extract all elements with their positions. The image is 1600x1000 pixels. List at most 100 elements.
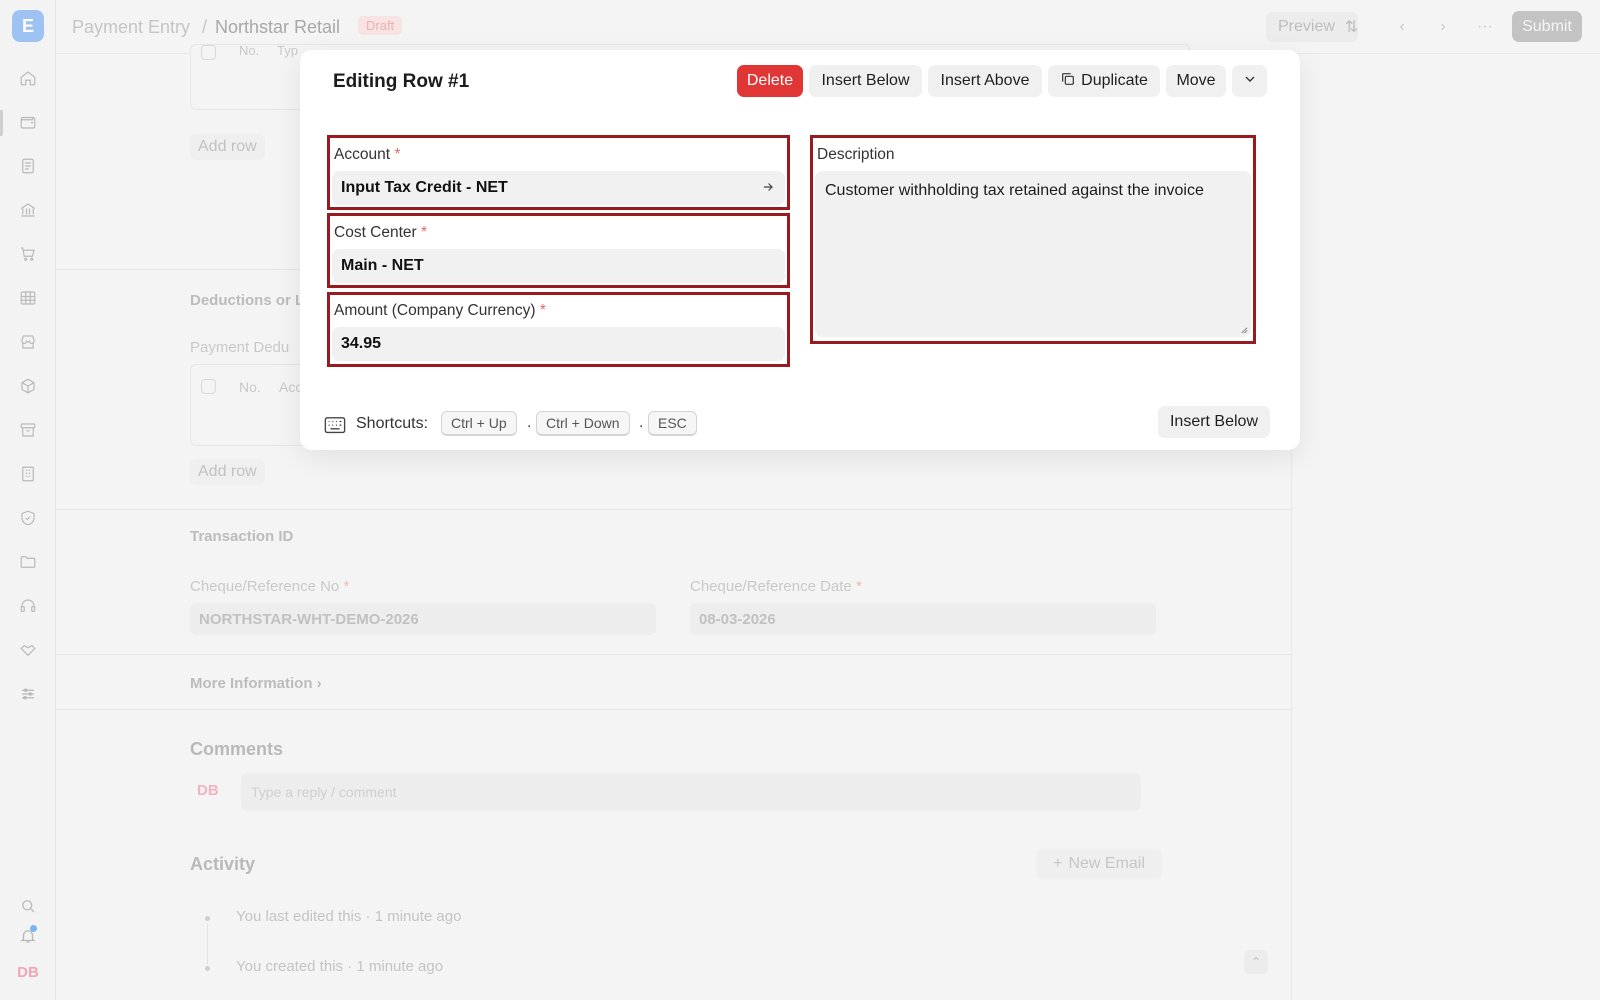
cost-center-label: Cost Center * [334,224,428,241]
shortcut-key: Ctrl + Down [536,411,630,436]
headset-icon[interactable] [18,596,38,616]
account-label: Account * [334,146,401,163]
arrow-right-icon[interactable] [761,180,775,194]
activity-item: You created this · 1 minute ago [236,958,444,975]
chevron-right-icon: › [1440,18,1446,35]
app-logo[interactable]: E [12,10,44,42]
delete-row-button[interactable]: Delete [737,65,803,97]
sidebar-active-indicator [0,110,3,136]
shortcut-separator: . [527,414,532,431]
duplicate-label: Duplicate [1081,72,1148,89]
shortcuts-label: Shortcuts: [356,415,429,432]
activity-timeline-line [207,924,208,964]
home-icon[interactable] [18,68,38,88]
activity-timeline-dot [205,966,210,971]
building-icon[interactable] [18,464,38,484]
submit-button[interactable]: Submit [1512,11,1582,42]
edit-row-dialog: Editing Row #1 Delete Insert Below Inser… [300,50,1300,450]
cart-icon[interactable] [18,244,38,264]
table-header-no: No. [239,379,261,395]
deductions-heading: Deductions or L [190,292,305,309]
shortcut-key: Ctrl + Up [441,411,517,436]
breadcrumb-document-name: Northstar Retail [215,17,341,37]
section-divider [56,509,1292,510]
footer-insert-below-button[interactable]: Insert Below [1158,406,1270,438]
amount-input[interactable]: 34.95 [332,327,785,361]
archive-icon[interactable] [18,420,38,440]
search-icon[interactable] [18,896,38,916]
document-icon[interactable] [18,156,38,176]
shortcut-separator: . [639,414,644,431]
more-icon: ··· [1477,18,1493,35]
preview-label: Preview [1278,18,1335,35]
insert-above-button[interactable]: Insert Above [928,65,1042,97]
more-information-toggle[interactable]: More Information › [190,675,322,692]
shield-icon[interactable] [18,508,38,528]
section-divider [56,654,1292,655]
table-icon[interactable] [18,288,38,308]
add-row-button[interactable]: Add row [190,134,265,160]
plus-icon: + [1053,855,1063,872]
new-email-label: New Email [1068,855,1145,872]
activity-heading: Activity [190,854,256,874]
cheque-reference-no-input[interactable]: NORTHSTAR-WHT-DEMO-2026 [190,603,656,635]
payment-deductions-label: Payment Dedu [190,339,290,356]
chevron-updown-icon: ⇅ [1344,19,1359,36]
cheque-reference-date-input[interactable]: 08-03-2026 [690,603,1156,635]
sidebar: E DB [0,0,56,1000]
folder-icon[interactable] [18,552,38,572]
table-select-all-checkbox[interactable] [201,379,216,394]
cost-center-input[interactable]: Main - NET [332,249,785,283]
shortcut-key: ESC [648,411,697,436]
chevron-up-icon: ⌃ [1250,955,1262,969]
keyboard-icon [324,416,346,434]
cost-center-field: Cost Center * Main - NET [327,213,790,288]
chevron-right-icon: › [316,675,322,692]
preview-button[interactable]: Preview ⇅ [1266,12,1358,42]
account-input[interactable]: Input Tax Credit - NET [332,171,785,205]
table-header-type: Typ [277,43,298,58]
add-row-button[interactable]: Add row [190,459,265,485]
comment-input[interactable]: Type a reply / comment [241,773,1141,811]
wallet-icon[interactable] [18,112,38,132]
section-divider [56,709,1292,710]
sliders-icon[interactable] [18,684,38,704]
breadcrumb-doctype[interactable]: Payment Entry [72,17,190,38]
collapse-dialog-button[interactable] [1232,65,1267,97]
package-icon[interactable] [18,376,38,396]
insert-below-button[interactable]: Insert Below [809,65,922,97]
user-avatar[interactable]: DB [16,960,40,984]
chevron-down-icon [1242,71,1258,92]
bank-icon[interactable] [18,200,38,220]
table-select-all-checkbox[interactable] [201,45,216,60]
cheque-reference-date-label: Cheque/Reference Date * [690,578,862,595]
next-document-button[interactable]: › [1428,12,1458,42]
comment-avatar: DB [197,782,219,799]
store-icon[interactable] [18,332,38,352]
amount-label: Amount (Company Currency) * [334,302,546,319]
copy-icon [1060,71,1076,92]
breadcrumb-separator: / [202,17,208,37]
duplicate-row-button[interactable]: Duplicate [1048,65,1160,97]
status-badge: Draft [358,16,403,35]
activity-timeline-dot [205,916,210,921]
dialog-title: Editing Row #1 [333,71,470,92]
cheque-reference-no-label: Cheque/Reference No * [190,578,350,595]
table-header-account: Acc [279,379,303,395]
activity-item: You last edited this · 1 minute ago [236,908,462,925]
scroll-to-top-button[interactable]: ⌃ [1244,950,1268,974]
previous-document-button[interactable]: ‹ [1387,12,1417,42]
resize-handle-icon[interactable] [1239,325,1248,334]
description-label: Description [817,146,895,163]
move-row-button[interactable]: Move [1166,65,1226,97]
more-actions-button[interactable]: ··· [1470,12,1500,42]
description-field: Description Customer withholding tax ret… [810,135,1256,344]
account-field: Account * Input Tax Credit - NET [327,135,790,210]
handshake-icon[interactable] [18,640,38,660]
comments-heading: Comments [190,739,284,759]
amount-field: Amount (Company Currency) * 34.95 [327,292,790,367]
description-textarea[interactable]: Customer withholding tax retained agains… [815,171,1251,337]
new-email-button[interactable]: + New Email [1036,849,1162,879]
notification-dot [30,925,37,932]
chevron-left-icon: ‹ [1399,18,1405,35]
